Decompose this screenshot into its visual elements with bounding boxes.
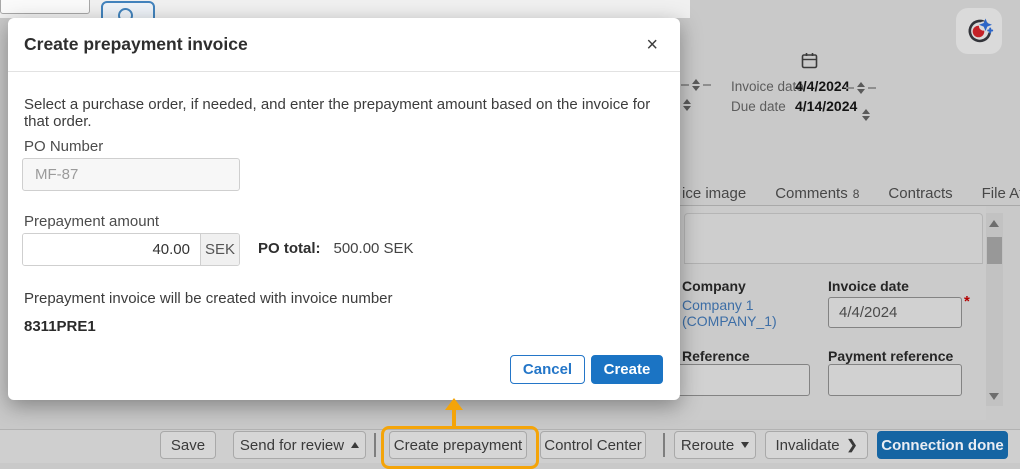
panel-invoice-date-input[interactable]	[828, 297, 962, 328]
caret-down-icon	[741, 442, 749, 448]
stepper-icon	[692, 79, 700, 91]
panel-header-box	[684, 213, 983, 264]
close-icon[interactable]: ×	[646, 35, 658, 55]
create-prepayment-button[interactable]: Create prepayment	[389, 431, 527, 459]
stepper-dash	[846, 87, 854, 89]
po-number-label: PO Number	[24, 138, 103, 155]
hidden-field-stepper[interactable]	[681, 79, 711, 91]
scroll-up-icon[interactable]	[989, 220, 999, 227]
prepayment-amount-group: SEK	[22, 233, 240, 266]
invoice-date-label: Invoice date	[731, 79, 804, 94]
invalidate-button[interactable]: Invalidate ❯	[765, 431, 868, 459]
scroll-down-icon[interactable]	[989, 393, 999, 400]
due-date-stepper[interactable]	[862, 101, 870, 121]
company-label: Company	[682, 278, 746, 294]
prepayment-amount-input[interactable]	[23, 234, 200, 265]
reroute-button[interactable]: Reroute	[674, 431, 756, 459]
tab-invoice-image[interactable]: ice image	[682, 185, 746, 202]
tab-comments[interactable]: Comments8	[775, 185, 859, 202]
po-total-value: 500.00 SEK	[334, 240, 414, 257]
highlight-arrow-line	[452, 409, 456, 427]
background-partial-input	[0, 0, 90, 14]
caret-up-icon	[351, 442, 359, 448]
highlight-arrow-head-icon	[445, 398, 463, 410]
ai-copilot-icon	[964, 16, 994, 46]
tab-bar: ice image Comments8 Contracts File At →	[682, 183, 1020, 203]
control-center-button[interactable]: Control Center	[540, 431, 646, 459]
send-for-review-button[interactable]: Send for review	[233, 431, 366, 459]
calendar-icon	[800, 51, 819, 70]
reference-label: Reference	[682, 348, 750, 364]
payment-reference-input[interactable]	[828, 364, 962, 396]
po-number-input[interactable]	[22, 158, 240, 191]
panel-scrollbar[interactable]	[986, 213, 1003, 406]
create-prepayment-modal: Create prepayment invoice × Select a pur…	[8, 18, 680, 400]
invoice-number-note: Prepayment invoice will be created with …	[24, 290, 393, 307]
stepper-icon	[683, 99, 691, 111]
required-marker: *	[964, 297, 970, 307]
stepper-icon	[857, 82, 865, 94]
stepper-dash	[703, 84, 711, 86]
tab-contracts[interactable]: Contracts	[888, 185, 952, 202]
invoice-date-stepper[interactable]	[846, 82, 876, 94]
comments-count-badge: 8	[853, 187, 860, 201]
cancel-button[interactable]: Cancel	[510, 355, 585, 384]
payment-reference-label: Payment reference	[828, 348, 953, 364]
invoice-number-value: 8311PRE1	[24, 318, 96, 335]
modal-header: Create prepayment invoice ×	[8, 18, 680, 72]
due-date-value: 4/14/2024	[795, 98, 857, 114]
connection-done-button[interactable]: Connection done	[877, 431, 1008, 459]
modal-title: Create prepayment invoice	[24, 34, 248, 55]
stepper-icon	[862, 109, 870, 121]
stepper-dash	[868, 87, 876, 89]
invoice-date-value: 4/4/2024	[795, 78, 850, 94]
panel-invoice-date-label: Invoice date	[828, 278, 909, 294]
chevron-right-icon: ❯	[847, 437, 858, 453]
toolbar-divider	[374, 433, 376, 457]
reference-input[interactable]	[660, 364, 810, 396]
currency-suffix: SEK	[200, 234, 239, 265]
po-total-row: PO total: 500.00 SEK	[258, 240, 414, 257]
background-top-strip	[0, 0, 690, 18]
ai-assistant-button[interactable]	[956, 8, 1002, 54]
save-button[interactable]: Save	[160, 431, 216, 459]
create-button[interactable]: Create	[591, 355, 663, 384]
hidden-field-stepper[interactable]	[683, 99, 691, 111]
tab-file-attachments[interactable]: File At	[982, 185, 1020, 202]
prepayment-amount-label: Prepayment amount	[24, 213, 159, 230]
stepper-dash	[681, 84, 689, 86]
po-total-label: PO total:	[258, 240, 321, 257]
modal-description: Select a purchase order, if needed, and …	[24, 96, 664, 130]
toolbar-divider	[663, 433, 665, 457]
company-link[interactable]: Company 1 (COMPANY_1)	[682, 297, 777, 329]
scrollbar-thumb[interactable]	[987, 237, 1002, 264]
due-date-label: Due date	[731, 99, 786, 114]
